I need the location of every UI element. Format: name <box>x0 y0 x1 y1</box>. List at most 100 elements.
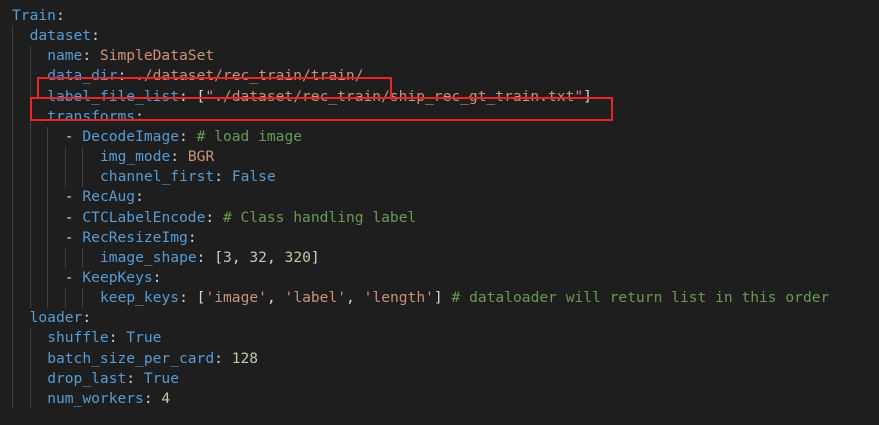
code-token: : <box>91 27 100 45</box>
code-token: - <box>64 127 83 145</box>
code-token: ] <box>310 248 320 266</box>
code-token: 'label' <box>284 289 347 307</box>
indent-guide <box>64 247 66 268</box>
code-token: # load image <box>196 127 303 145</box>
code-token: : <box>82 47 100 65</box>
code-token: RecResizeImg <box>82 228 188 246</box>
code-token: CTCLabelEncode <box>82 208 206 226</box>
code-token: RecAug <box>82 188 136 206</box>
code-token: : <box>179 127 197 145</box>
indent-guide <box>82 288 84 309</box>
indent-guide <box>29 328 31 409</box>
code-token: DecodeImage <box>82 127 180 145</box>
code-token: : <box>214 168 232 186</box>
code-token: : <box>55 7 65 24</box>
code-editor[interactable]: Train: dataset: name: SimpleDataSet data_di… <box>0 0 879 425</box>
code-token: image_shape <box>100 248 197 266</box>
code-token: : <box>82 309 92 327</box>
code-token: : <box>205 208 223 226</box>
code-token: batch_size_per_card <box>47 349 215 367</box>
code-line: channel_first: False <box>100 167 276 187</box>
indent-guide <box>12 26 13 409</box>
indent-guide <box>82 147 84 188</box>
code-token: , <box>266 289 285 307</box>
code-token: "./dataset/rec_train/ship_rec_gt_train.t… <box>205 87 584 105</box>
code-token: True <box>143 369 179 387</box>
code-token: data_dir <box>47 67 118 85</box>
code-token: BGR <box>187 148 215 166</box>
code-token: dataset <box>29 27 92 45</box>
code-line: - KeepKeys: <box>65 268 162 288</box>
code-line: transforms: <box>47 107 144 127</box>
code-line: name: SimpleDataSet <box>47 46 214 66</box>
code-token: 128 <box>231 349 259 367</box>
code-token: 'image' <box>205 289 267 307</box>
indent-guide <box>29 46 31 309</box>
code-token: True <box>126 329 162 347</box>
code-line: drop_last: True <box>47 369 179 389</box>
code-token: : <box>187 228 197 246</box>
indent-guide <box>82 247 84 268</box>
code-token: 4 <box>161 389 171 407</box>
code-token: : <box>170 148 188 166</box>
code-token: name <box>47 47 83 65</box>
code-line: data_dir: ./dataset/rec_train/train/ <box>47 66 363 86</box>
code-token: # Class handling label <box>222 208 417 226</box>
code-token: : <box>135 188 144 206</box>
code-token: : <box>214 349 232 367</box>
code-token: keep_keys <box>100 289 180 307</box>
indent-guide <box>64 147 66 188</box>
code-token: , <box>231 248 250 266</box>
code-token: num_workers <box>47 389 144 407</box>
code-token: ] <box>583 87 592 105</box>
code-line: dataset: <box>30 26 100 46</box>
code-token: KeepKeys <box>82 268 153 286</box>
code-token: : <box>117 67 136 85</box>
code-line: image_shape: [3, 32, 320] <box>100 248 320 268</box>
code-token: channel_first <box>100 168 215 186</box>
code-token: - <box>64 188 83 206</box>
code-token: loader <box>29 309 83 327</box>
code-token: : [ <box>178 87 206 105</box>
code-line: label_file_list: ["./dataset/rec_train/s… <box>47 87 592 107</box>
code-line: batch_size_per_card: 128 <box>47 349 258 369</box>
code-token: : <box>126 369 144 387</box>
code-token: : [ <box>196 248 224 266</box>
code-token: : [ <box>179 289 206 307</box>
code-token: - <box>64 268 83 286</box>
code-line: img_mode: BGR <box>100 147 214 167</box>
code-token: SimpleDataSet <box>99 47 215 65</box>
code-token: : <box>108 329 127 347</box>
code-line: - DecodeImage: # load image <box>65 127 302 147</box>
code-token: - <box>64 228 83 246</box>
code-token: img_mode <box>100 148 171 166</box>
code-line: keep_keys: ['image', 'label', 'length'] … <box>100 288 829 308</box>
code-line: shuffle: True <box>47 328 161 348</box>
code-line: - RecResizeImg: <box>65 228 197 248</box>
code-token: transforms <box>47 107 136 125</box>
indent-guide <box>64 288 66 309</box>
code-token: ./dataset/rec_train/train/ <box>135 67 364 85</box>
code-token: 3 <box>223 248 232 266</box>
code-line: - CTCLabelEncode: # Class handling label <box>65 208 416 228</box>
code-token: ] <box>433 289 452 307</box>
code-token: : <box>135 107 144 125</box>
code-token: label_file_list <box>47 87 179 105</box>
code-line: - RecAug: <box>65 187 144 207</box>
code-line: num_workers: 4 <box>47 389 170 409</box>
code-token: , <box>266 248 285 266</box>
code-token: : <box>143 389 162 407</box>
code-line: loader: <box>30 308 92 328</box>
code-token: : <box>152 268 162 286</box>
indent-guide <box>47 126 49 309</box>
code-token: - <box>64 208 83 226</box>
code-token: shuffle <box>47 329 109 347</box>
code-token: 320 <box>284 248 311 266</box>
code-token: Train <box>12 7 56 24</box>
code-token: , <box>346 289 364 307</box>
code-token: 'length' <box>363 289 434 307</box>
code-token: 32 <box>249 248 267 266</box>
code-token: # dataloader will return list in this or… <box>451 289 830 307</box>
code-token: False <box>231 168 276 186</box>
code-token: drop_last <box>47 369 127 387</box>
